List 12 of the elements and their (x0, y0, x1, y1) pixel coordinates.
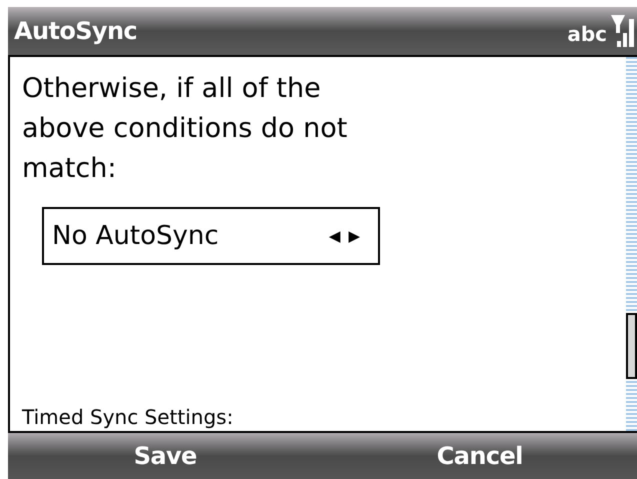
prompt-text: Otherwise, if all of the above conditions do not match: (22, 72, 348, 186)
scrollbar-thumb[interactable] (626, 313, 637, 379)
signal-strength-icon (611, 13, 635, 49)
window-title: AutoSync (14, 16, 138, 47)
left-arrow-icon[interactable]: ◀ (328, 224, 340, 248)
scrollbar[interactable] (626, 57, 637, 431)
right-arrow-icon[interactable]: ▶ (348, 224, 360, 248)
softkey-button[interactable]: Cancel (436, 438, 523, 474)
softkey-button[interactable]: Save (134, 438, 197, 474)
input-mode-indicator: abc (567, 21, 607, 48)
section-heading: Timed Sync Settings: (22, 405, 234, 431)
spinner-field[interactable]: No AutoSync ◀ ▶ (42, 207, 380, 265)
